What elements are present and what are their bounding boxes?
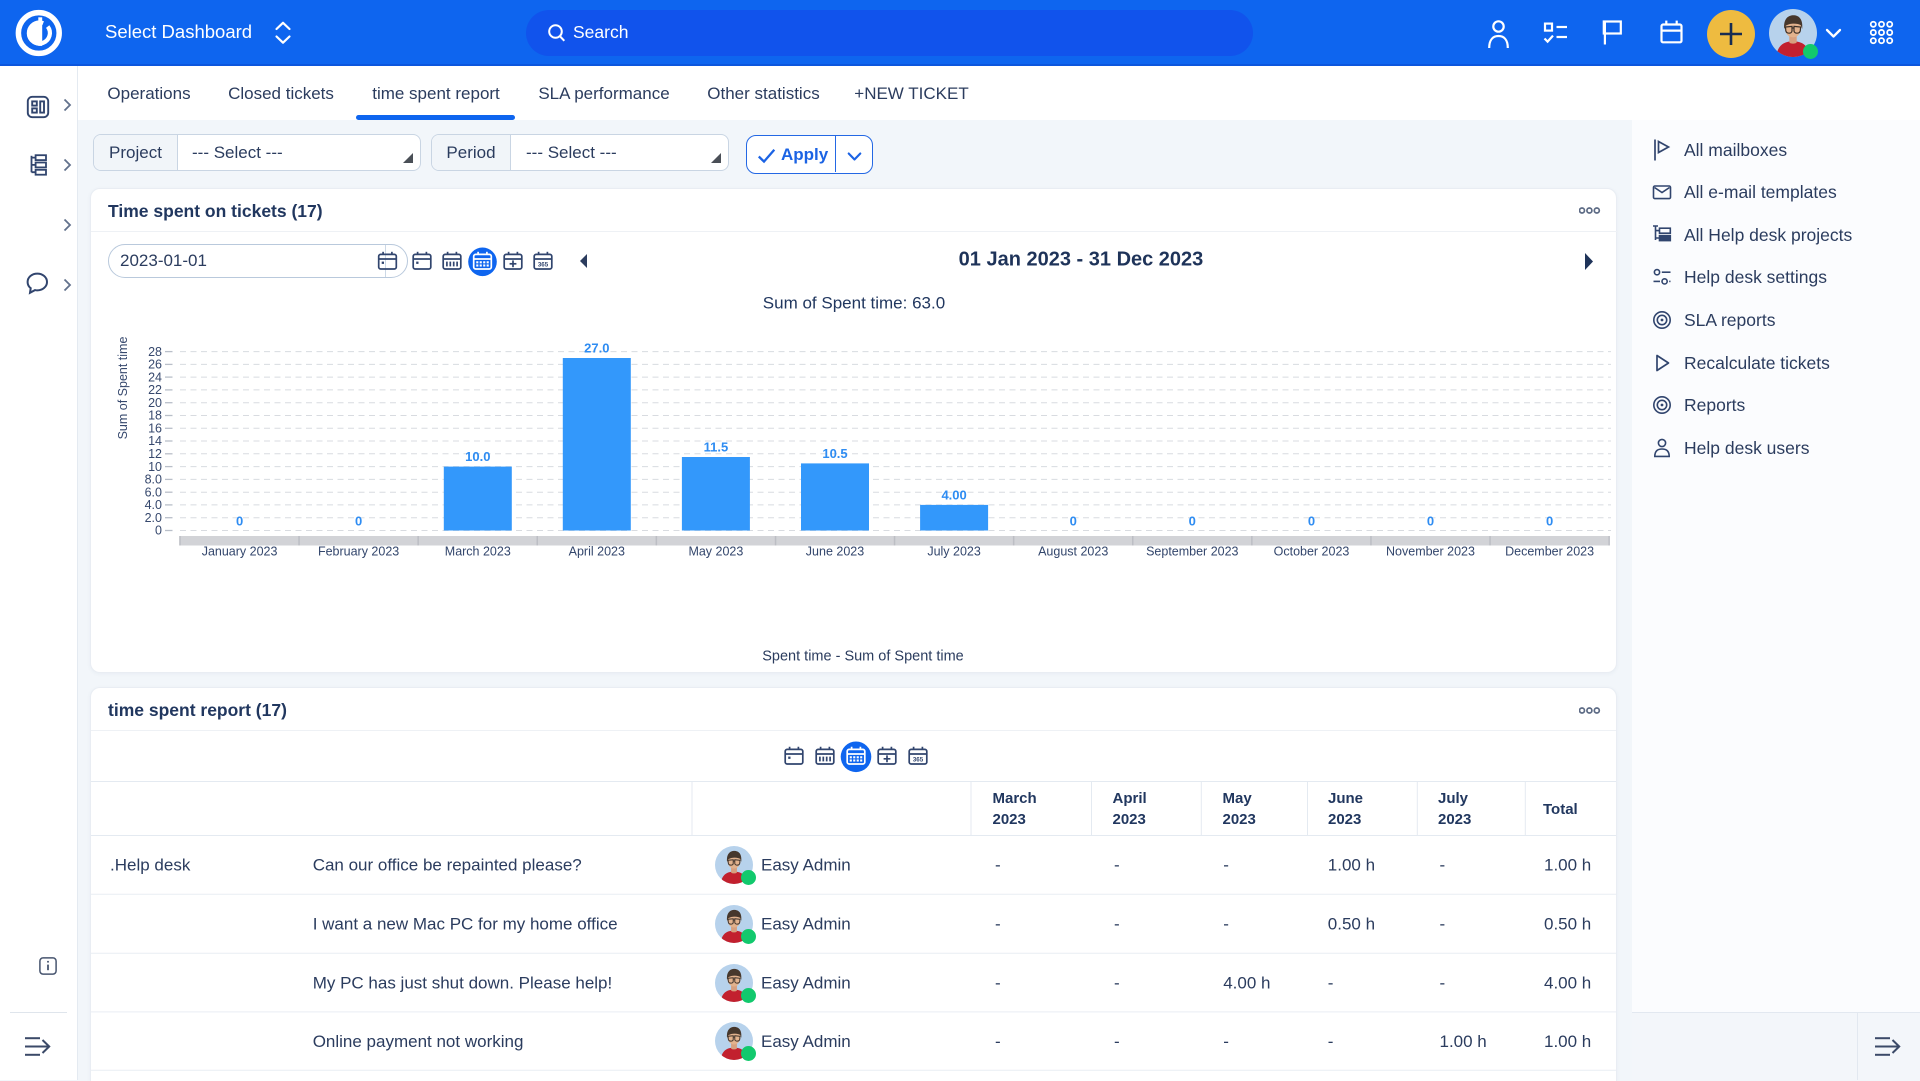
svg-text:0: 0 <box>1189 514 1196 529</box>
svg-text:28: 28 <box>148 345 162 359</box>
svg-text:8.0: 8.0 <box>145 473 162 487</box>
svg-text:4.00 h: 4.00 h <box>1544 973 1591 992</box>
svg-text:I want a new Mac PC for my hom: I want a new Mac PC for my home office <box>313 915 618 934</box>
svg-text:Easy Admin: Easy Admin <box>761 973 851 992</box>
svg-text:24: 24 <box>148 370 162 384</box>
svg-text:Spent time - Sum of Spent time: Spent time - Sum of Spent time <box>762 649 963 665</box>
svg-text:2023: 2023 <box>1223 811 1256 828</box>
svg-text:Can our office be repainted pl: Can our office be repainted please? <box>313 856 582 875</box>
svg-text:.Help desk: .Help desk <box>110 856 191 875</box>
svg-text:-: - <box>1114 1032 1120 1051</box>
svg-text:-: - <box>1114 915 1120 934</box>
svg-text:0.50 h: 0.50 h <box>1328 915 1375 934</box>
svg-text:1.00 h: 1.00 h <box>1328 856 1375 875</box>
svg-text:Total: Total <box>1543 801 1578 818</box>
svg-text:July: July <box>1438 790 1469 807</box>
svg-text:6.0: 6.0 <box>145 485 162 499</box>
svg-text:0: 0 <box>1070 514 1077 529</box>
svg-text:26: 26 <box>148 358 162 372</box>
svg-text:May 2023: May 2023 <box>688 545 743 559</box>
svg-text:-: - <box>1440 973 1446 992</box>
svg-text:-: - <box>995 856 1001 875</box>
svg-text:February 2023: February 2023 <box>318 545 399 559</box>
svg-text:June: June <box>1328 790 1363 807</box>
svg-text:March 2023: March 2023 <box>445 545 511 559</box>
svg-text:14: 14 <box>148 434 162 448</box>
svg-text:November 2023: November 2023 <box>1386 545 1475 559</box>
svg-text:Sum of Spent time: 63.0: Sum of Spent time: 63.0 <box>763 294 945 313</box>
svg-text:0: 0 <box>1308 514 1315 529</box>
svg-text:-: - <box>1440 856 1446 875</box>
svg-text:0: 0 <box>236 514 243 529</box>
svg-text:2023: 2023 <box>1438 811 1471 828</box>
svg-text:-: - <box>995 1032 1001 1051</box>
svg-text:September 2023: September 2023 <box>1146 545 1238 559</box>
svg-text:20: 20 <box>148 396 162 410</box>
svg-text:0: 0 <box>355 514 362 529</box>
svg-text:-: - <box>995 973 1001 992</box>
svg-text:January 2023: January 2023 <box>202 545 278 559</box>
svg-text:0: 0 <box>1427 514 1434 529</box>
svg-text:My PC has just shut down. Plea: My PC has just shut down. Please help! <box>313 973 613 992</box>
svg-text:July 2023: July 2023 <box>927 545 981 559</box>
svg-text:April 2023: April 2023 <box>569 545 625 559</box>
svg-text:Easy Admin: Easy Admin <box>761 915 851 934</box>
svg-text:-: - <box>1328 1032 1334 1051</box>
svg-text:2023: 2023 <box>1328 811 1361 828</box>
svg-text:27.0: 27.0 <box>584 341 609 356</box>
svg-text:01 Jan 2023 - 31 Dec 2023: 01 Jan 2023 - 31 Dec 2023 <box>959 249 1204 271</box>
svg-text:0: 0 <box>155 524 162 538</box>
svg-text:12: 12 <box>148 447 162 461</box>
svg-text:10.5: 10.5 <box>822 446 847 461</box>
svg-text:-: - <box>1440 915 1446 934</box>
svg-text:April: April <box>1113 790 1147 807</box>
svg-text:-: - <box>1328 973 1334 992</box>
svg-text:16: 16 <box>148 422 162 436</box>
svg-text:December 2023: December 2023 <box>1505 545 1594 559</box>
svg-text:-: - <box>1223 1032 1229 1051</box>
svg-text:11.5: 11.5 <box>704 440 729 455</box>
svg-text:Online payment not working: Online payment not working <box>313 1032 524 1051</box>
svg-text:Easy Admin: Easy Admin <box>761 1032 851 1051</box>
svg-text:18: 18 <box>148 409 162 423</box>
svg-text:10: 10 <box>148 460 162 474</box>
svg-text:October 2023: October 2023 <box>1274 545 1350 559</box>
svg-text:Sum of Spent time: Sum of Spent time <box>116 337 130 440</box>
svg-text:-: - <box>1223 915 1229 934</box>
svg-text:0: 0 <box>1546 514 1553 529</box>
svg-text:4.00 h: 4.00 h <box>1223 973 1270 992</box>
svg-text:-: - <box>995 915 1001 934</box>
svg-text:4.0: 4.0 <box>145 498 162 512</box>
svg-text:August 2023: August 2023 <box>1038 545 1108 559</box>
svg-text:-: - <box>1223 856 1229 875</box>
svg-text:March: March <box>993 790 1037 807</box>
svg-text:0.50 h: 0.50 h <box>1544 915 1591 934</box>
svg-text:May: May <box>1223 790 1253 807</box>
svg-text:2023: 2023 <box>1113 811 1146 828</box>
svg-text:2023: 2023 <box>993 811 1026 828</box>
svg-text:1.00 h: 1.00 h <box>1544 856 1591 875</box>
svg-text:June 2023: June 2023 <box>806 545 864 559</box>
svg-text:365: 365 <box>538 261 549 268</box>
svg-text:22: 22 <box>148 383 162 397</box>
svg-text:-: - <box>1114 973 1120 992</box>
svg-text:1.00 h: 1.00 h <box>1544 1032 1591 1051</box>
svg-text:Easy Admin: Easy Admin <box>761 856 851 875</box>
svg-text:365: 365 <box>913 756 924 763</box>
svg-text:1.00 h: 1.00 h <box>1440 1032 1487 1051</box>
svg-text:10.0: 10.0 <box>465 449 490 464</box>
svg-text:-: - <box>1114 856 1120 875</box>
svg-text:4.00: 4.00 <box>941 487 966 502</box>
svg-text:2.0: 2.0 <box>145 511 162 525</box>
